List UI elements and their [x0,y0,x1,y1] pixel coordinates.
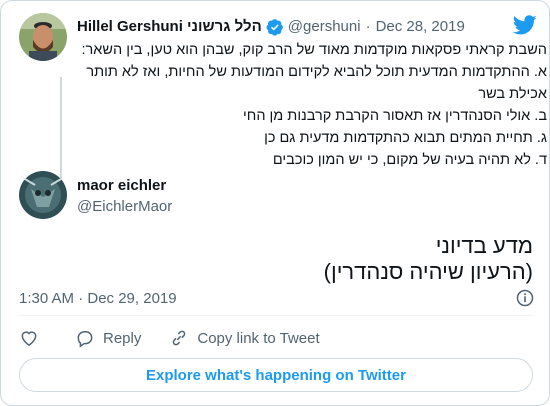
parent-text-line: ג. תחיית המתים תבוא כהתקדמות מדעית גם כן [264,130,547,146]
reply-author-name[interactable]: maor eichler [77,176,166,196]
like-button[interactable] [19,328,47,348]
parent-tweet-header: Hillel Gershuni הלל גרשוני @gershuni · D… [77,16,547,38]
reply-label: Reply [103,329,142,347]
info-icon[interactable] [515,288,535,308]
avatar-hillel[interactable] [19,13,67,61]
parent-text-line: השבת קראתי פסקאות מוקדמות מאוד של הרב קו… [81,42,547,58]
tweet-actions: Reply Copy link to Tweet [19,323,535,353]
parent-text-line: א. ההתקדמות המדעית תוכל להביא לקידום המו… [86,64,547,80]
divider [19,315,533,316]
reply-tweet-text: מדע בדיוני (הרעיון שיהיה סנהדרין) [33,233,533,285]
avatar-maor[interactable] [19,171,67,219]
author-display-name[interactable]: Hillel Gershuni הלל גרשוני [77,17,262,37]
reply-button[interactable]: Reply [75,328,141,348]
copy-link-label: Copy link to Tweet [197,329,320,347]
timestamp-row: 1:30 AM · Dec 29, 2019 [19,287,535,309]
verified-badge-icon [266,19,283,36]
author-handle[interactable]: @gershuni [288,17,361,37]
reply-bubble-icon [77,331,93,348]
tweet-embed-card: Hillel Gershuni הלל גרשוני @gershuni · D… [0,0,550,406]
explore-twitter-button[interactable]: Explore what's happening on Twitter [19,358,533,392]
parent-text-line: ב. אולי הסנהדרין אז תאסור הקרבת קרבנות מ… [243,108,547,124]
thread-connector-line [60,77,62,179]
reply-text-line: (הרעיון שיהיה סנהדרין) [323,259,533,284]
reply-timestamp[interactable]: 1:30 AM · Dec 29, 2019 [19,290,177,307]
parent-text-line: אכילת בשר [478,86,547,102]
copy-link-button[interactable]: Copy link to Tweet [169,328,320,348]
meta-separator: · [365,18,371,35]
heart-icon [21,331,37,346]
explore-label: Explore what's happening on Twitter [146,366,406,384]
parent-tweet-date[interactable]: Dec 28, 2019 [376,17,465,37]
reply-text-line: מדע בדיוני [435,233,533,258]
link-icon [173,330,186,346]
parent-tweet-text: השבת קראתי פסקאות מוקדמות מאוד של הרב קו… [77,39,547,171]
parent-text-line: ד. לא תהיה בעיה של מקום, כי יש המון כוכב… [272,152,547,168]
reply-author-handle[interactable]: @EichlerMaor [77,197,172,217]
